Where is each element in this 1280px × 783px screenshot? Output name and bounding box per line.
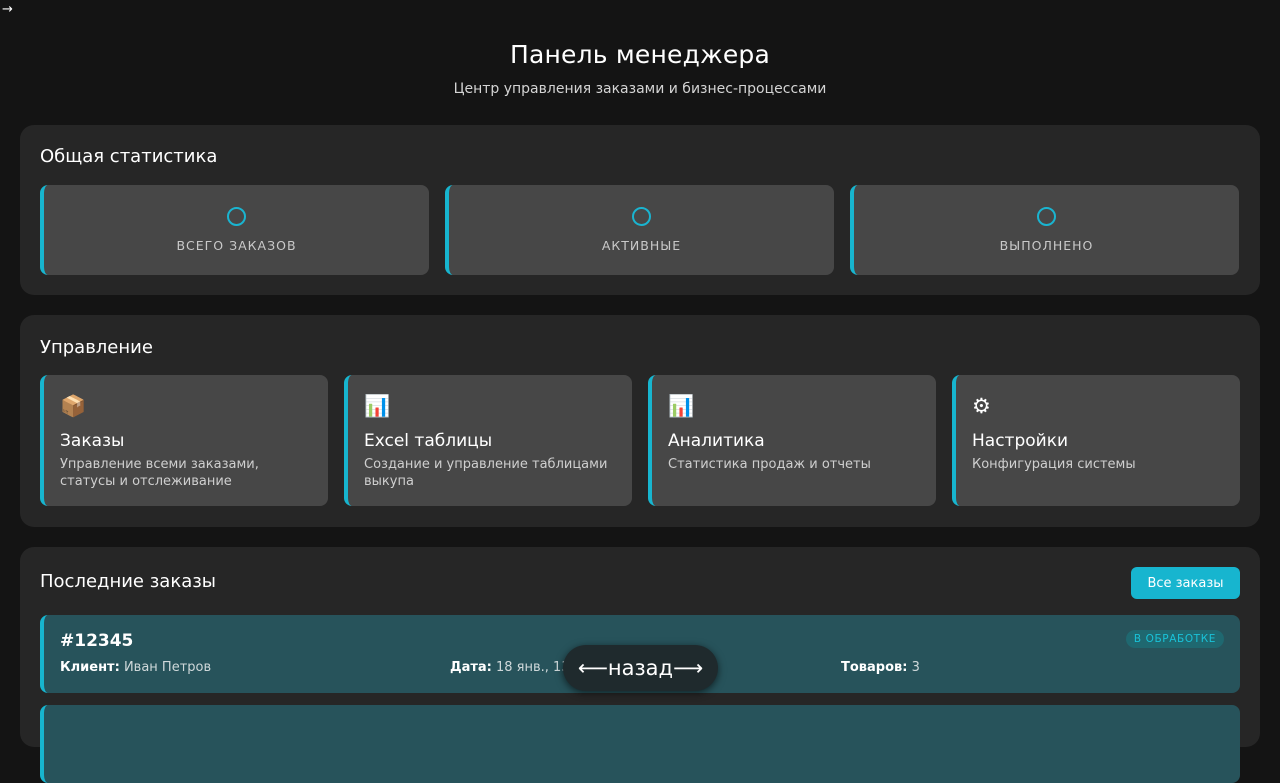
management-card-title: Настройки [972,431,1069,451]
corner-arrow-icon: → [2,2,13,17]
page-header: Панель менеджера Центр управления заказа… [0,0,1280,97]
page-title: Панель менеджера [509,40,771,69]
management-card-description: Управление всеми заказами, статусы и отс… [60,457,259,489]
management-panel: Управление 📦 Заказы Управление всеми зак… [20,315,1260,527]
stat-card-completed: Выполнено [850,185,1239,275]
order-row[interactable] [40,705,1240,783]
items-value: 3 [911,660,920,675]
stat-label: Выполнено [999,238,1094,253]
package-icon: 📦 [60,394,87,418]
stat-card-total-orders: Всего заказов [40,185,429,275]
status-badge: В обработке [1125,630,1224,648]
recent-orders-heading: Последние заказы [40,571,217,592]
management-card-settings[interactable]: ⚙ Настройки Конфигурация системы [952,375,1240,506]
client-value: Иван Петров [123,660,212,675]
stats-panel: Общая статистика Всего заказов Активные … [20,125,1260,295]
stat-label: Активные [601,238,682,253]
client-label: Клиент: [60,660,120,675]
loading-ring-icon [632,207,651,226]
management-card-analytics[interactable]: 📊 Аналитика Статистика продаж и отчеты [648,375,936,506]
gear-icon: ⚙ [972,394,991,418]
order-id: #12345 [60,631,134,651]
stat-cards: Всего заказов Активные Выполнено [40,185,1239,275]
management-card-description: Статистика продаж и отчеты [668,457,871,472]
bar-chart-icon: 📊 [668,394,695,418]
stats-heading: Общая статистика [40,146,218,167]
back-button[interactable]: ⟵назад⟶ [563,645,718,691]
management-card-title: Заказы [60,431,125,451]
management-card-title: Аналитика [668,431,765,451]
page-subtitle: Центр управления заказами и бизнес-проце… [453,81,827,97]
management-card-description: Конфигурация системы [972,457,1136,472]
management-heading: Управление [40,337,153,358]
management-card-title: Excel таблицы [364,431,493,451]
management-cards: 📦 Заказы Управление всеми заказами, стат… [40,375,1240,506]
bar-chart-icon: 📊 [364,394,391,418]
items-label: Товаров: [841,660,908,675]
stat-label: Всего заказов [176,238,297,253]
order-items-count: Товаров: 3 [841,660,920,675]
management-card-description: Создание и управление таблицами выкупа [364,457,608,489]
stat-card-active: Активные [445,185,834,275]
loading-ring-icon [1037,207,1056,226]
order-client: Клиент: Иван Петров [60,660,211,675]
management-card-orders[interactable]: 📦 Заказы Управление всеми заказами, стат… [40,375,328,506]
loading-ring-icon [227,207,246,226]
all-orders-button[interactable]: Все заказы [1131,567,1240,599]
date-label: Дата: [450,660,492,675]
management-card-excel[interactable]: 📊 Excel таблицы Создание и управление та… [344,375,632,506]
